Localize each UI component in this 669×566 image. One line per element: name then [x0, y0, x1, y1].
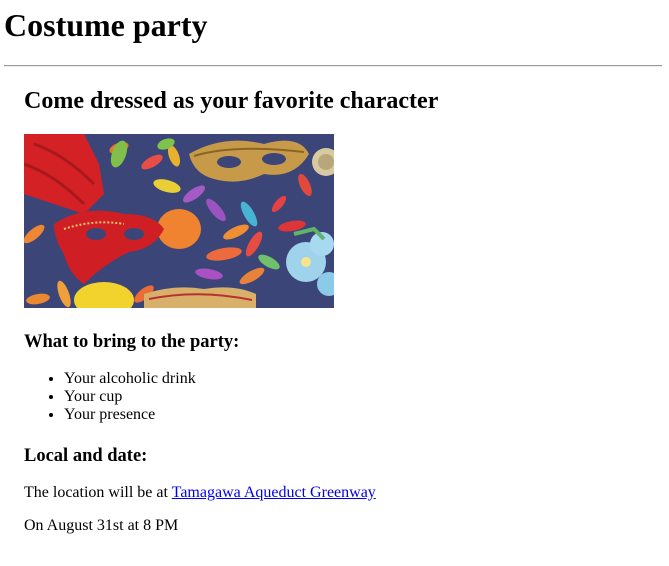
list-item: Your cup — [64, 388, 196, 406]
location-prefix: The location will be at — [24, 484, 172, 501]
bring-heading: What to bring to the party: — [24, 332, 240, 352]
costume-party-photo-icon — [24, 134, 334, 308]
location-line: The location will be at Tamagawa Aqueduc… — [24, 483, 376, 503]
list-item: Your presence — [64, 406, 196, 424]
list-item: Your alcoholic drink — [64, 370, 196, 388]
costume-party-image — [24, 134, 334, 308]
bring-list: Your alcoholic drink Your cup Your prese… — [24, 370, 196, 424]
local-heading: Local and date: — [24, 446, 148, 466]
header-divider — [4, 65, 662, 67]
section-title: Come dressed as your favorite character — [24, 88, 439, 114]
date-line: On August 31st at 8 PM — [24, 517, 179, 534]
page-title: Costume party — [4, 7, 208, 43]
location-link[interactable]: Tamagawa Aqueduct Greenway — [172, 484, 376, 501]
